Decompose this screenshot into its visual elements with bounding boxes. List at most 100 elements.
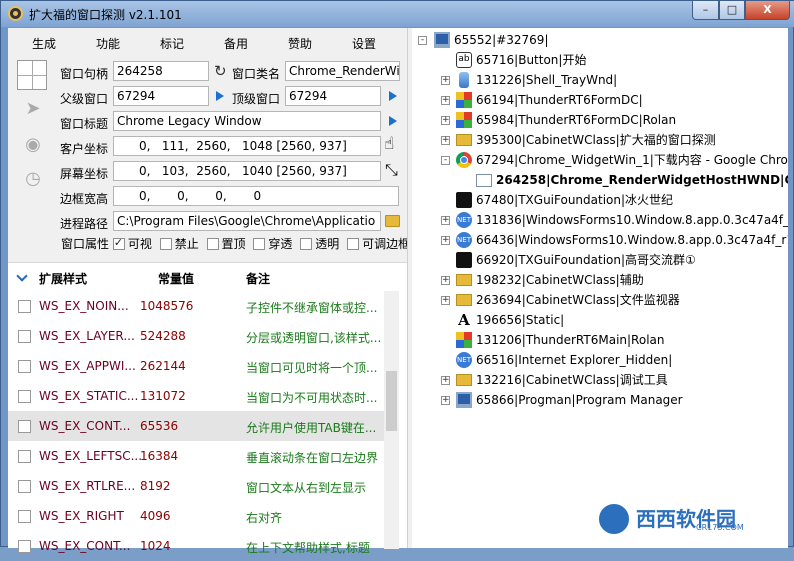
tree-expander-icon[interactable]: - (441, 156, 450, 165)
table-row[interactable]: WS_EX_STATIC... 131072 当窗口为不可用状态时... (8, 381, 384, 411)
border-field[interactable]: 0, 0, 0, 0 (113, 186, 399, 206)
resize-icon[interactable]: ⤡ (385, 160, 398, 180)
row-checkbox[interactable] (18, 390, 31, 403)
checkbox-click-through[interactable] (253, 238, 266, 250)
table-row[interactable]: WS_EX_NOIN... 1048576 子控件不继承窗体或控... (8, 291, 384, 321)
tree-node[interactable]: 67480|TXGuiFoundation|冰火世纪 (476, 191, 673, 211)
menu-function[interactable]: 功能 (96, 35, 120, 52)
checkbox-disabled[interactable] (159, 238, 172, 250)
top-field[interactable]: 67294 (285, 86, 381, 106)
tree-expander-icon[interactable]: + (441, 376, 450, 385)
attr-topmost[interactable]: 置顶 (206, 237, 246, 251)
tree-node[interactable]: 66194|ThunderRT6FormDC| (476, 91, 643, 111)
attr-resizable-border[interactable]: 可调边框 (347, 237, 410, 251)
tree-expander-icon[interactable]: + (441, 216, 450, 225)
tree-node[interactable]: 264258|Chrome_RenderWidgetHostHWND|Chrom… (496, 171, 788, 191)
checkbox-transparent[interactable] (300, 238, 313, 250)
tree-node[interactable]: 395300|CabinetWClass|扩大福的窗口探测 (476, 131, 716, 151)
table-row[interactable]: WS_EX_APPWI... 262144 当窗口可见时将一个顶... (8, 351, 384, 381)
send-icon[interactable]: ➤ (22, 98, 44, 120)
tree-node[interactable]: 131206|ThunderRT6Main|Rolan (476, 331, 664, 351)
tree-node[interactable]: 65984|ThunderRT6FormDC|Rolan (476, 111, 676, 131)
parent-label: 父级窗口 (60, 92, 109, 106)
table-row[interactable]: WS_EX_RIGHT 4096 右对齐 (8, 501, 384, 531)
tree-node[interactable]: 65866|Progman|Program Manager (476, 391, 683, 411)
table-row[interactable]: WS_EX_LAYER... 524288 分层或透明窗口,该样式... (8, 321, 384, 351)
client-coord-field[interactable]: 0, 111, 2560, 1048 [2560, 937] (113, 136, 381, 156)
title-field[interactable]: Chrome Legacy Window (113, 111, 381, 131)
table-row[interactable]: WS_EX_CONT... 1024 在上下文帮助样式,标题 (8, 531, 384, 561)
tree-expander-icon[interactable]: + (441, 236, 450, 245)
minimize-button[interactable]: – (692, 1, 719, 20)
open-folder-icon[interactable] (385, 215, 400, 227)
tree-node[interactable]: 132216|CabinetWClass|调试工具 (476, 371, 668, 391)
tree-node[interactable]: 198232|CabinetWClass|辅助 (476, 271, 644, 291)
screen-coord-field[interactable]: 0, 103, 2560, 1040 [2560, 937] (113, 161, 381, 181)
row-checkbox[interactable] (18, 300, 31, 313)
checkbox-resizable-border[interactable] (347, 238, 360, 250)
tree-node[interactable]: 196656|Static| (476, 311, 564, 331)
table-row[interactable]: WS_EX_RTLRE... 8192 窗口文本从右到左显示 (8, 471, 384, 501)
style-list-scrollbar[interactable] (384, 291, 399, 549)
tree-node[interactable]: 65552|#32769| (454, 31, 549, 51)
header-note[interactable]: 备注 (246, 270, 270, 287)
eye-icon[interactable]: ◉ (22, 134, 44, 156)
chevron-down-icon[interactable] (16, 270, 28, 282)
tree-node[interactable]: 131836|WindowsForms10.Window.8.app.0.3c4… (476, 211, 788, 231)
class-field[interactable]: Chrome_RenderWid (285, 61, 400, 81)
refresh-icon[interactable]: ↻ (214, 63, 227, 79)
tree-expander-icon[interactable]: + (441, 116, 450, 125)
row-checkbox[interactable] (18, 360, 31, 373)
close-button[interactable]: X (745, 1, 790, 20)
checkbox-topmost[interactable] (206, 238, 219, 250)
menu-settings[interactable]: 设置 (352, 35, 376, 52)
parent-field[interactable]: 67294 (113, 86, 209, 106)
tree-expander-icon[interactable]: + (441, 396, 450, 405)
path-field[interactable]: C:\Program Files\Google\Chrome\Applicati… (113, 211, 381, 231)
table-row[interactable]: WS_EX_LEFTSC... 16384 垂直滚动条在窗口左边界 (8, 441, 384, 471)
title-bar[interactable]: 扩大福的窗口探测 v2.1.101 – □ X (1, 1, 794, 27)
row-style-name: WS_EX_NOIN... (39, 299, 129, 313)
row-checkbox[interactable] (18, 420, 31, 433)
header-value[interactable]: 常量值 (158, 270, 194, 287)
row-style-value: 65536 (140, 419, 179, 433)
tree-expander-icon[interactable]: + (441, 296, 450, 305)
window-preview-grid[interactable] (17, 60, 47, 90)
tree-node[interactable]: 131226|Shell_TrayWnd| (476, 71, 617, 91)
maximize-button[interactable]: □ (719, 1, 745, 20)
menu-spare[interactable]: 备用 (224, 35, 248, 52)
tree-node[interactable]: 66436|WindowsForms10.Window.8.app.0.3c47… (476, 231, 788, 251)
menu-mark[interactable]: 标记 (160, 35, 184, 52)
tree-expander-icon[interactable]: + (441, 276, 450, 285)
attr-click-through[interactable]: 穿透 (253, 237, 292, 251)
attr-visible[interactable]: 可视 (112, 236, 152, 251)
tree-node[interactable]: 67294|Chrome_WidgetWin_1|下载内容 - Google C… (476, 151, 788, 171)
apply-title-arrow-icon[interactable] (389, 116, 397, 126)
tree-expander-icon[interactable]: + (441, 136, 450, 145)
row-checkbox[interactable] (18, 450, 31, 463)
tree-node[interactable]: 65716|Button|开始 (476, 51, 586, 71)
row-checkbox[interactable] (18, 510, 31, 523)
header-style[interactable]: 扩展样式 (39, 270, 87, 287)
tree-expander-icon[interactable]: + (441, 76, 450, 85)
row-checkbox[interactable] (18, 480, 31, 493)
scrollbar-thumb[interactable] (386, 371, 397, 431)
tree-expander-icon[interactable]: - (418, 36, 427, 45)
menu-generate[interactable]: 生成 (32, 35, 56, 52)
attr-transparent[interactable]: 透明 (300, 237, 339, 251)
tree-node[interactable]: 263694|CabinetWClass|文件监视器 (476, 291, 680, 311)
attr-disabled[interactable]: 禁止 (159, 237, 199, 251)
menu-sponsor[interactable]: 赞助 (288, 35, 312, 52)
hand-cursor-icon[interactable]: ☝ (384, 134, 394, 154)
checkbox-visible[interactable] (112, 236, 125, 250)
tree-node[interactable]: 66516|Internet Explorer_Hidden| (476, 351, 672, 371)
tree-node[interactable]: 66920|TXGuiFoundation|高哥交流群① (476, 251, 696, 271)
goto-parent-arrow-icon[interactable] (216, 91, 224, 101)
table-row[interactable]: WS_EX_CONT... 65536 允许用户使用TAB键在... (8, 411, 384, 441)
folder-icon (456, 294, 472, 306)
handle-field[interactable]: 264258 (113, 61, 209, 81)
row-checkbox[interactable] (18, 330, 31, 343)
clock-icon[interactable]: ◷ (22, 168, 44, 190)
goto-top-arrow-icon[interactable] (389, 91, 397, 101)
tree-expander-icon[interactable]: + (441, 96, 450, 105)
